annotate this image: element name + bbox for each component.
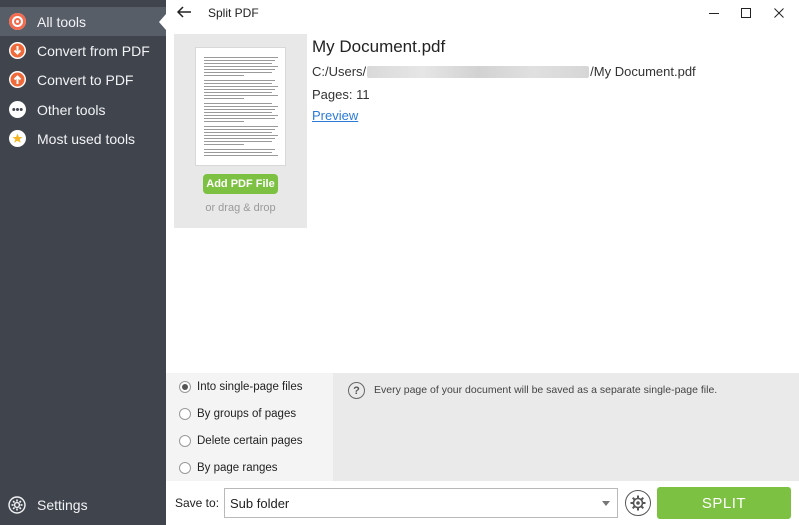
chevron-down-icon (602, 501, 610, 506)
sidebar: All tools Convert from PDF Convert to PD… (0, 0, 166, 525)
drag-drop-hint: or drag & drop (205, 202, 276, 214)
back-arrow-icon (176, 6, 191, 18)
redacted-path-segment (367, 65, 590, 78)
file-name: My Document.pdf (312, 37, 446, 56)
thumbnail-text-line (204, 135, 278, 136)
sidebar-item-other-tools[interactable]: Other tools (0, 95, 166, 124)
option-label: Delete certain pages (197, 435, 303, 447)
sidebar-item-label: Other tools (37, 101, 106, 118)
sidebar-item-label: All tools (37, 13, 87, 30)
file-path: C:/Users/ /My Document.pdf (312, 64, 696, 79)
thumbnail-text-line (204, 132, 272, 133)
option-single-page-files[interactable]: Into single-page files (179, 378, 302, 396)
sidebar-item-convert-to-pdf[interactable]: Convert to PDF (0, 65, 166, 94)
maximize-button[interactable] (729, 0, 763, 25)
option-groups-of-pages[interactable]: By groups of pages (179, 405, 296, 423)
radio-unselected[interactable] (179, 435, 191, 447)
sidebar-item-settings[interactable]: Settings (0, 491, 166, 519)
thumbnail-text-line (204, 89, 275, 90)
thumbnail-text-line (204, 60, 275, 61)
sidebar-item-most-used-tools[interactable]: Most used tools (0, 124, 166, 153)
option-label: By page ranges (197, 462, 278, 474)
thumbnail-text-line (204, 95, 278, 96)
sidebar-item-label: Convert from PDF (37, 42, 150, 59)
thumbnail-text-line (204, 126, 278, 127)
option-label: Into single-page files (197, 381, 303, 393)
radio-unselected[interactable] (179, 462, 191, 474)
thumbnail-text-line (204, 118, 275, 119)
preview-link[interactable]: Preview (312, 108, 358, 123)
thumbnail-text-line (204, 63, 272, 64)
thumbnail-text-line (204, 129, 275, 130)
thumbnail-text-line (204, 112, 272, 113)
page-count: Pages: 11 (312, 87, 370, 102)
option-delete-certain-pages[interactable]: Delete certain pages (179, 432, 302, 450)
thumbnail-text-line (204, 103, 272, 104)
close-button[interactable] (762, 0, 796, 25)
split-mode-list: Into single-page files By groups of page… (166, 373, 333, 481)
settings-label: Settings (37, 497, 88, 513)
arrow-down-circle-icon (9, 42, 26, 59)
gear-icon (8, 496, 26, 514)
thumbnail-text-line (204, 69, 275, 70)
thumbnail-text-line (204, 83, 272, 84)
split-options-panel: Into single-page files By groups of page… (166, 373, 799, 481)
thumbnail-text-line (204, 155, 278, 156)
thumbnail-text-line (204, 72, 272, 73)
title-bar: Split PDF (166, 0, 799, 25)
thumbnail-text-line (204, 57, 278, 58)
add-pdf-file-button[interactable]: Add PDF File (203, 174, 278, 194)
file-path-prefix: C:/Users/ (312, 64, 367, 79)
thumbnail-text-line (204, 98, 244, 99)
file-drop-zone[interactable]: Add PDF File or drag & drop (174, 34, 307, 228)
sidebar-item-label: Most used tools (37, 130, 136, 147)
thumbnail-text-line (204, 106, 278, 107)
star-icon (9, 130, 26, 147)
thumbnail-text-line (204, 141, 272, 142)
active-indicator (159, 14, 166, 30)
option-page-ranges[interactable]: By page ranges (179, 459, 278, 477)
minimize-icon (709, 12, 719, 14)
thumbnail-text-line (204, 149, 275, 150)
thumbnail-text-line (204, 138, 275, 139)
save-location-value: Sub folder (230, 495, 290, 511)
document-thumbnail (195, 47, 286, 166)
minimize-button[interactable] (697, 0, 731, 25)
thumbnail-text-line (204, 86, 278, 87)
file-path-suffix: /My Document.pdf (590, 64, 696, 79)
thumbnail-text-line (204, 152, 272, 153)
thumbnail-text-line (204, 144, 244, 145)
bottom-bar: Save to: Sub folder SPLIT (166, 481, 799, 525)
radio-unselected[interactable] (179, 408, 191, 420)
split-button[interactable]: SPLIT (657, 487, 791, 519)
gear-icon (630, 495, 646, 511)
thumbnail-text-line (204, 66, 278, 67)
all-tools-target-icon (9, 13, 26, 30)
thumbnail-text-line (204, 75, 244, 76)
thumbnail-text-line (204, 121, 244, 122)
more-dots-icon (9, 101, 26, 118)
sidebar-item-all-tools[interactable]: All tools (0, 7, 166, 36)
window-title: Split PDF (208, 6, 259, 20)
save-to-label: Save to: (175, 496, 220, 510)
radio-selected[interactable] (179, 381, 191, 393)
output-settings-button[interactable] (625, 490, 651, 516)
thumbnail-text-line (204, 109, 275, 110)
help-icon: ? (348, 382, 365, 399)
option-description: Every page of your document will be save… (374, 384, 718, 396)
close-icon (774, 7, 784, 18)
maximize-icon (741, 7, 751, 18)
back-button[interactable] (175, 3, 193, 21)
option-label: By groups of pages (197, 408, 297, 420)
arrow-up-circle-icon (9, 71, 26, 88)
thumbnail-text-line (204, 115, 278, 116)
thumbnail-text-line (204, 92, 272, 93)
save-location-dropdown[interactable]: Sub folder (224, 488, 618, 518)
thumbnail-text-line (204, 80, 275, 81)
sidebar-item-label: Convert to PDF (37, 71, 134, 88)
sidebar-item-convert-from-pdf[interactable]: Convert from PDF (0, 36, 166, 65)
